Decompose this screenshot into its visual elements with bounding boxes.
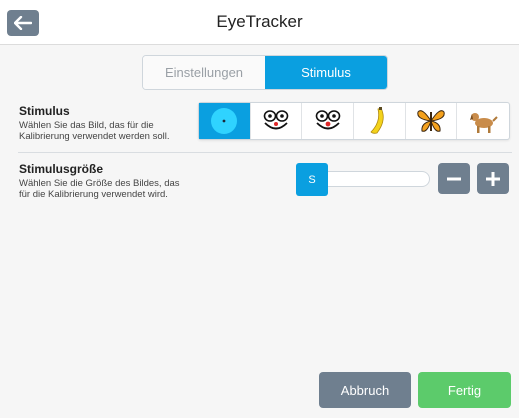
stimulus-option-smiley[interactable] [251, 103, 303, 139]
tab-einstellungen[interactable]: Einstellungen [143, 56, 265, 89]
stimulus-description-2: Kalibrierung verwendet werden soll. [19, 131, 170, 142]
dot-icon [211, 108, 238, 134]
stimulus-option-dot[interactable] [199, 103, 251, 139]
stimulus-size-description-2: für die Kalibrierung verwendet wird. [19, 189, 168, 200]
stimulus-option-banana[interactable] [354, 103, 406, 139]
decrease-size-button[interactable] [438, 163, 470, 194]
smiley-face-icon [263, 110, 289, 130]
section-divider [18, 152, 512, 153]
smiley-face-red-nose-icon [315, 110, 340, 130]
minus-icon [447, 177, 461, 180]
stimulus-picker [198, 102, 510, 140]
banana-icon [370, 107, 384, 134]
header-bar: EyeTracker [0, 0, 519, 45]
stimulus-option-dog[interactable] [457, 103, 509, 139]
page-title: EyeTracker [216, 12, 303, 31]
increase-size-button[interactable] [477, 163, 509, 194]
plus-icon [486, 171, 500, 186]
size-slider-thumb[interactable]: S [296, 163, 328, 196]
tab-stimulus[interactable]: Stimulus [265, 56, 387, 89]
stimulus-option-butterfly[interactable] [406, 103, 458, 139]
stimulus-description-1: Wählen Sie das Bild, das für die [19, 120, 154, 131]
dog-icon [470, 113, 498, 133]
tab-bar: Einstellungen Stimulus [142, 55, 388, 90]
finish-button[interactable]: Fertig [418, 372, 511, 408]
stimulus-heading: Stimulus [19, 104, 70, 118]
stimulus-size-description-1: Wählen Sie die Größe des Bildes, das [19, 178, 180, 189]
stimulus-option-smiley-2[interactable] [302, 103, 355, 139]
cancel-button[interactable]: Abbruch [319, 372, 411, 408]
butterfly-icon [417, 110, 445, 132]
stimulus-size-heading: Stimulusgröße [19, 162, 104, 176]
